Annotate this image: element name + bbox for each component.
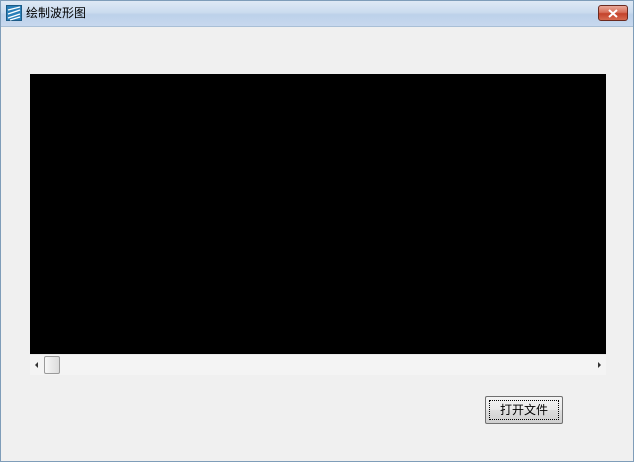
arrow-left-icon: [35, 362, 38, 368]
main-window: 绘制波形图 打开文件: [0, 0, 634, 462]
scroll-thumb[interactable]: [44, 356, 60, 374]
open-file-label: 打开文件: [499, 403, 548, 417]
waveform-app-icon: [6, 5, 22, 21]
open-file-button[interactable]: 打开文件: [485, 396, 563, 424]
scroll-right-button[interactable]: [592, 355, 606, 375]
waveform-display: [30, 74, 606, 354]
arrow-right-icon: [598, 362, 601, 368]
close-button[interactable]: [598, 5, 628, 21]
title-bar[interactable]: 绘制波形图: [1, 1, 633, 27]
horizontal-scrollbar[interactable]: [30, 354, 606, 375]
window-title: 绘制波形图: [26, 6, 87, 20]
close-icon: [608, 9, 618, 18]
scroll-left-button[interactable]: [30, 355, 44, 375]
